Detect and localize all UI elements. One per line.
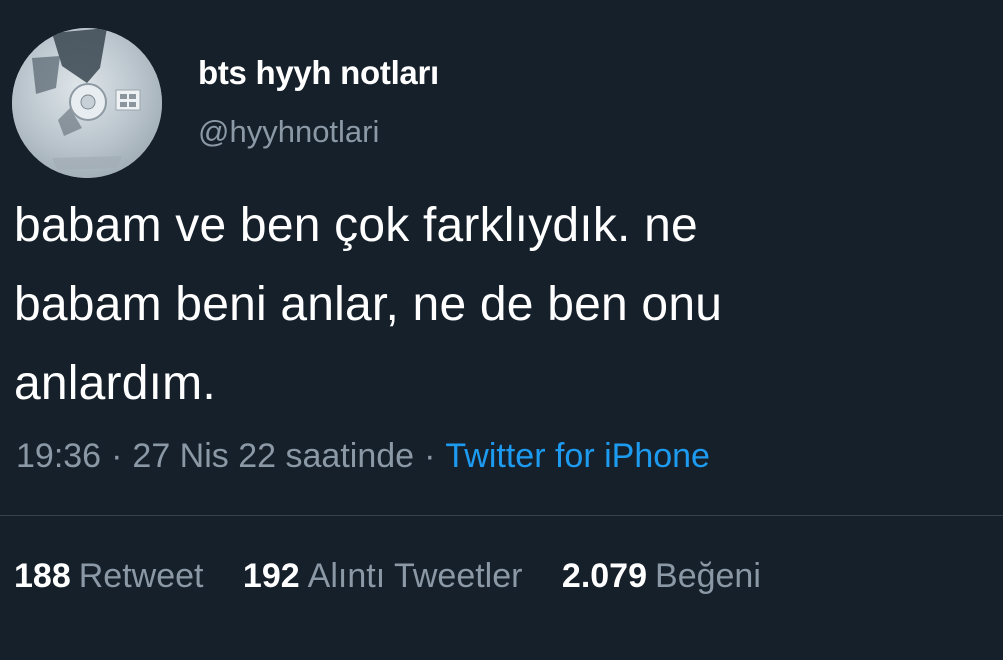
- retweets-label: Retweet: [78, 557, 204, 595]
- tweet-text: babam ve ben çok farklıydık. ne babam be…: [14, 186, 974, 423]
- divider: [0, 515, 1003, 516]
- meta-separator: ·: [111, 437, 123, 475]
- user-handle[interactable]: @hyyhnotlari: [198, 114, 379, 150]
- tweet-text-line: anlardım.: [14, 357, 216, 410]
- display-name[interactable]: bts hyyh notları: [198, 54, 439, 92]
- likes-stat[interactable]: 2.079 Beğeni: [562, 557, 761, 596]
- quote-tweets-stat[interactable]: 192 Alıntı Tweetler: [243, 557, 523, 596]
- quote-tweets-count: 192: [242, 557, 300, 595]
- quote-tweets-label: Alıntı Tweetler: [307, 557, 523, 595]
- tweet-time[interactable]: 19:36: [16, 437, 101, 475]
- engagement-stats: 188 Retweet 192 Alıntı Tweetler 2.079 Beğen…: [14, 557, 791, 596]
- cd-disc-icon: [12, 28, 162, 178]
- retweets-stat[interactable]: 188 Retweet: [14, 557, 203, 596]
- likes-label: Beğeni: [655, 557, 761, 595]
- retweets-count: 188: [14, 557, 71, 595]
- avatar[interactable]: [12, 28, 162, 178]
- tweet-metadata: 19:36 · 27 Nis 22 saatinde · Twitter for iPh…: [16, 437, 710, 476]
- tweet-detail: bts hyyh notları @hyyhnotlari babam ve b…: [0, 0, 1003, 660]
- meta-separator: ·: [424, 437, 436, 475]
- tweet-text-line: babam beni anlar, ne de ben onu: [14, 278, 723, 331]
- tweet-date[interactable]: 27 Nis 22 saatinde: [132, 437, 414, 475]
- tweet-source-link[interactable]: Twitter for iPhone: [445, 437, 710, 475]
- likes-count: 2.079: [561, 557, 648, 595]
- tweet-text-line: babam ve ben çok farklıydık. ne: [14, 199, 698, 252]
